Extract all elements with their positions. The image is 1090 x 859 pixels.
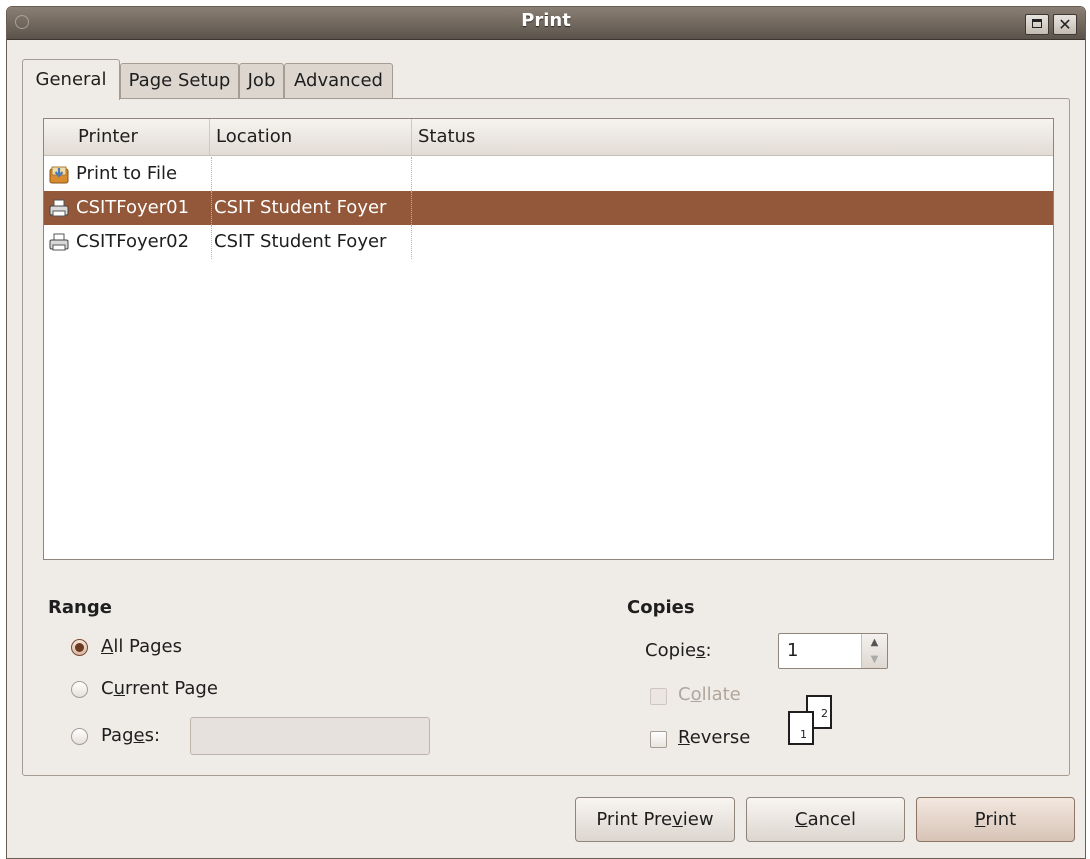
- printer-icon: [49, 233, 69, 251]
- maximize-button[interactable]: [1025, 14, 1049, 35]
- collate-diagram: 2 1: [786, 695, 836, 750]
- range-section-title: Range: [48, 597, 112, 618]
- reverse-label: Reverse: [678, 727, 751, 748]
- printer-icon: [49, 199, 69, 217]
- page-number: 1: [800, 728, 807, 741]
- tab-advanced[interactable]: Advanced: [284, 63, 393, 99]
- radio-button[interactable]: [71, 639, 88, 656]
- close-icon: ✕: [1058, 15, 1072, 34]
- window-title: Print: [521, 10, 571, 31]
- tab-general[interactable]: General: [22, 59, 120, 100]
- print-button[interactable]: Print: [916, 797, 1075, 842]
- column-header-printer[interactable]: Printer: [72, 119, 210, 155]
- decrement-icon[interactable]: ▼: [862, 651, 887, 668]
- printer-status: [414, 191, 714, 225]
- pages-range-input[interactable]: [190, 717, 430, 755]
- maximize-icon: [1032, 18, 1042, 28]
- printer-location: CSIT Student Foyer: [212, 225, 412, 259]
- printer-row-csitfoyer02[interactable]: CSITFoyer02 CSIT Student Foyer: [44, 225, 1053, 259]
- printer-status: [414, 157, 714, 191]
- tab-job[interactable]: Job: [239, 63, 284, 99]
- radio-button[interactable]: [71, 681, 88, 698]
- cancel-button[interactable]: Cancel: [746, 797, 905, 842]
- printer-location: [212, 157, 412, 191]
- radio-all-pages[interactable]: All Pages: [71, 632, 271, 662]
- printer-row-print-to-file[interactable]: Print to File: [44, 157, 1053, 191]
- page-sheet-front: 1: [788, 711, 814, 745]
- print-to-file-icon: [49, 166, 69, 184]
- radio-label-pages: Pages:: [101, 725, 161, 746]
- copies-spinner[interactable]: 1 ▲ ▼: [778, 633, 888, 669]
- printer-row-csitfoyer01[interactable]: CSITFoyer01 CSIT Student Foyer: [44, 191, 1053, 225]
- close-button[interactable]: ✕: [1053, 14, 1077, 35]
- column-header-status[interactable]: Status: [412, 119, 1053, 155]
- copies-label: Copies:: [645, 640, 712, 661]
- radio-pages[interactable]: Pages:: [71, 721, 181, 751]
- print-preview-button[interactable]: Print Preview: [575, 797, 735, 842]
- collate-checkbox[interactable]: [650, 688, 667, 705]
- printer-name: Print to File: [74, 157, 212, 191]
- reverse-checkbox[interactable]: [650, 731, 667, 748]
- copies-stepper-buttons: ▲ ▼: [861, 634, 887, 668]
- printer-list-header: Printer Location Status: [44, 119, 1053, 156]
- printer-list[interactable]: Printer Location Status Print to File CS…: [43, 118, 1054, 560]
- radio-label-current-page: Current Page: [101, 678, 218, 699]
- printer-location: CSIT Student Foyer: [212, 191, 412, 225]
- page-number: 2: [821, 707, 828, 720]
- copies-section-title: Copies: [627, 597, 695, 618]
- radio-label-all-pages: All Pages: [101, 636, 183, 657]
- increment-icon[interactable]: ▲: [862, 634, 887, 651]
- copies-value[interactable]: 1: [787, 634, 798, 668]
- radio-button[interactable]: [71, 728, 88, 745]
- title-bar[interactable]: Print ✕: [7, 7, 1085, 40]
- printer-name: CSITFoyer01: [74, 191, 212, 225]
- collate-label: Collate: [678, 684, 741, 705]
- tab-page-setup[interactable]: Page Setup: [120, 63, 239, 99]
- printer-name: CSITFoyer02: [74, 225, 212, 259]
- radio-current-page[interactable]: Current Page: [71, 674, 271, 704]
- column-header-location[interactable]: Location: [210, 119, 412, 155]
- printer-status: [414, 225, 714, 259]
